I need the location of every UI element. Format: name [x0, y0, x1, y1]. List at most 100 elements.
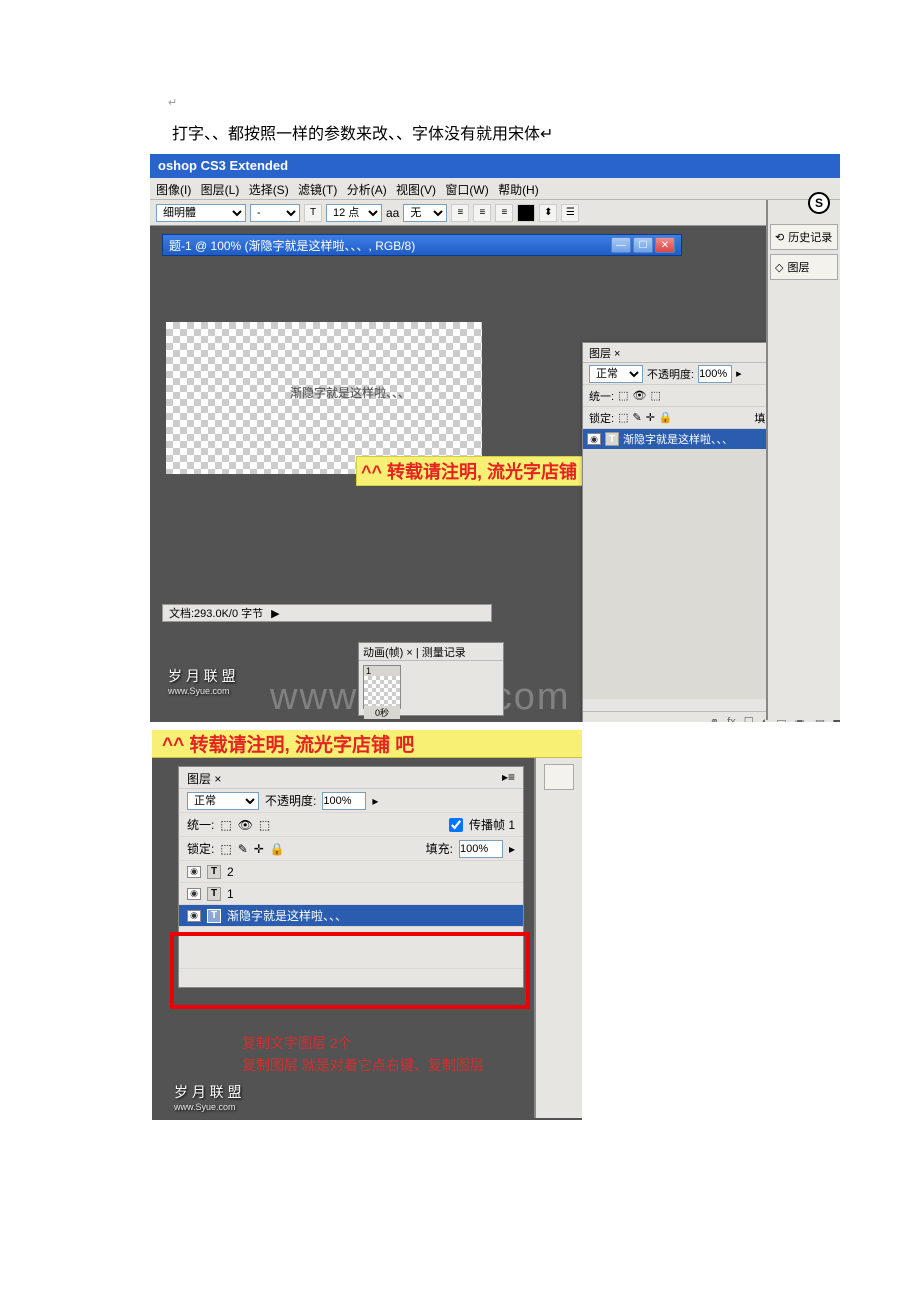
unify-style-2-icon[interactable]: ⬚	[259, 818, 270, 832]
antialias-label: aa	[386, 206, 399, 220]
status-bar: 文档:293.0K/0 字节 ▶	[162, 604, 492, 622]
link-icon[interactable]: ⚭	[710, 715, 719, 722]
opacity-flyout-2-icon[interactable]: ▸	[372, 794, 378, 808]
propagate-label-2: 传播帧 1	[469, 816, 515, 833]
document-titlebar[interactable]: 题-1 @ 100% (渐隐字就是这样啦、、、, RGB/8) — ☐ ✕	[162, 234, 682, 256]
canvas-text-layer[interactable]: 渐隐字就是这样啦、、、	[290, 384, 410, 401]
lock-transparent-icon[interactable]: ⬚	[618, 411, 628, 424]
blend-mode-select-2[interactable]: 正常	[187, 792, 259, 810]
blend-mode-select[interactable]: 正常	[589, 365, 643, 383]
menu-help[interactable]: 帮助(H)	[498, 183, 539, 197]
opacity-input-2[interactable]	[322, 792, 366, 810]
frame-time[interactable]: 0秒	[364, 706, 400, 719]
text-layer-icon: T	[207, 909, 221, 923]
layer-name[interactable]: 渐隐字就是这样啦、、、	[227, 907, 347, 924]
opacity-input[interactable]	[698, 365, 732, 383]
propagate-checkbox-2[interactable]	[449, 818, 463, 832]
eye-icon[interactable]: ◉	[187, 866, 201, 878]
mask-icon[interactable]: ☐	[744, 715, 754, 722]
fill-flyout-2-icon[interactable]: ▸	[509, 842, 515, 856]
menu-layer[interactable]: 图层(L)	[201, 183, 240, 197]
font-family-select[interactable]: 细明體	[156, 204, 246, 222]
align-center-icon[interactable]: ≡	[473, 204, 491, 222]
eye-icon[interactable]: ◉	[587, 433, 601, 445]
layers-tab-collapsed[interactable]: ◇图层	[770, 254, 838, 280]
lock-position-icon[interactable]: ✛	[646, 411, 655, 424]
s-badge-icon: S	[808, 192, 830, 214]
animation-tabs[interactable]: 动画(帧) × | 测量记录	[359, 643, 503, 661]
unify-style-icon[interactable]: ⬚	[650, 389, 660, 402]
unify-vis-2-icon[interactable]: 👁	[238, 818, 253, 832]
panel-menu-2-icon[interactable]: ▸≡	[502, 770, 515, 785]
screenshot-2: ^^ 转载请注明, 流光字店铺 吧 图层 × ▸≡ 正常 不透明度: ▸ 统一:…	[152, 730, 582, 1120]
lock-all-icon[interactable]: 🔒	[659, 411, 673, 424]
doc-instruction-text: 打字、、都按照一样的参数来改、、字体没有就用宋体↵	[172, 120, 553, 144]
align-right-icon[interactable]: ≡	[495, 204, 513, 222]
layer-name[interactable]: 渐隐字就是这样啦、、、	[623, 431, 733, 447]
lock-image-2-icon[interactable]: ✎	[238, 842, 248, 856]
char-panel-icon[interactable]: ☰	[561, 204, 579, 222]
lock-image-icon[interactable]: ✎	[632, 411, 641, 424]
source-logo-2: 岁 月 联 盟 www.Syue.com	[174, 1082, 242, 1112]
menu-image[interactable]: 图像(I)	[156, 183, 191, 197]
text-layer-icon: T	[207, 887, 221, 901]
font-size-select[interactable]: 12 点	[326, 204, 382, 222]
animation-frame[interactable]: 1 0秒	[363, 665, 401, 709]
doc-marker: ↵	[168, 96, 177, 109]
lock-label: 锁定:	[589, 410, 614, 426]
animation-panel: 动画(帧) × | 测量记录 1 0秒	[358, 642, 504, 716]
watermark-overlay-2: ^^ 转载请注明, 流光字店铺 吧	[152, 730, 582, 758]
layers-tab[interactable]: 图层 ×	[589, 345, 620, 361]
type-size-icon: T	[304, 204, 322, 222]
eye-icon[interactable]: ◉	[187, 910, 201, 922]
lock-pos-2-icon[interactable]: ✛	[254, 842, 264, 856]
collapsed-panel-icon[interactable]	[544, 764, 574, 790]
unify-pos-2-icon[interactable]: ⬚	[220, 818, 231, 832]
maximize-button[interactable]: ☐	[633, 237, 653, 253]
font-style-select[interactable]: -	[250, 204, 300, 222]
color-swatch[interactable]	[517, 204, 535, 222]
eye-icon[interactable]: ◉	[187, 888, 201, 900]
app-titlebar: oshop CS3 Extended	[150, 154, 840, 178]
menu-select[interactable]: 选择(S)	[249, 183, 289, 197]
lock-all-2-icon[interactable]: 🔒	[270, 842, 285, 856]
text-toolbar: 细明體 - T 12 点 aa 无 ≡ ≡ ≡ ⬍ ☰	[150, 200, 840, 226]
align-left-icon[interactable]: ≡	[451, 204, 469, 222]
layer-item-1[interactable]: ◉ T 1	[179, 883, 523, 905]
status-arrow-icon[interactable]: ▶	[271, 607, 279, 620]
fill-label-2: 填充:	[426, 840, 453, 857]
close-button[interactable]: ✕	[655, 237, 675, 253]
unify-label-2: 统一:	[187, 816, 214, 833]
opacity-label: 不透明度:	[647, 366, 694, 382]
right-dock: S ⟲历史记录 ◇图层	[766, 200, 840, 720]
menu-bar: 图像(I) 图层(L) 选择(S) 滤镜(T) 分析(A) 视图(V) 窗口(W…	[150, 178, 840, 200]
layer-item-2[interactable]: ◉ T 2	[179, 861, 523, 883]
menu-filter[interactable]: 滤镜(T)	[298, 183, 337, 197]
layer-name[interactable]: 1	[227, 887, 234, 901]
antialias-select[interactable]: 无	[403, 204, 447, 222]
unify-visibility-icon[interactable]: 👁	[632, 389, 646, 402]
unify-position-icon[interactable]: ⬚	[618, 389, 628, 402]
lock-trans-2-icon[interactable]: ⬚	[220, 842, 231, 856]
warp-text-icon[interactable]: ⬍	[539, 204, 557, 222]
layers-panel-2: 图层 × ▸≡ 正常 不透明度: ▸ 统一: ⬚ 👁 ⬚ 传播帧 1 锁定: ⬚…	[178, 766, 524, 988]
screenshot-1: oshop CS3 Extended 图像(I) 图层(L) 选择(S) 滤镜(…	[150, 154, 840, 722]
opacity-flyout-icon[interactable]: ▸	[736, 367, 742, 380]
empty-layer-slot	[179, 927, 523, 969]
minimize-button[interactable]: —	[611, 237, 631, 253]
menu-window[interactable]: 窗口(W)	[445, 183, 488, 197]
text-layer-icon: T	[605, 432, 619, 446]
source-logo: 岁 月 联 盟 www.Syue.com	[168, 666, 236, 696]
layers-tab-2[interactable]: 图层 ×	[187, 770, 221, 785]
fill-input-2[interactable]	[459, 840, 503, 858]
right-dock-2	[534, 758, 582, 1118]
layer-name[interactable]: 2	[227, 865, 234, 879]
layer-item-selected[interactable]: ◉ T 渐隐字就是这样啦、、、	[179, 905, 523, 927]
menu-analysis[interactable]: 分析(A)	[347, 183, 387, 197]
menu-view[interactable]: 视图(V)	[396, 183, 436, 197]
frame-number: 1	[364, 666, 400, 676]
history-tab[interactable]: ⟲历史记录	[770, 224, 838, 250]
annotation-note: 复制文字图层 2个 复制图层 就是对着它点右键、复制图层	[242, 1032, 484, 1077]
unify-label: 统一:	[589, 388, 614, 404]
fx-icon[interactable]: fx	[727, 716, 736, 723]
